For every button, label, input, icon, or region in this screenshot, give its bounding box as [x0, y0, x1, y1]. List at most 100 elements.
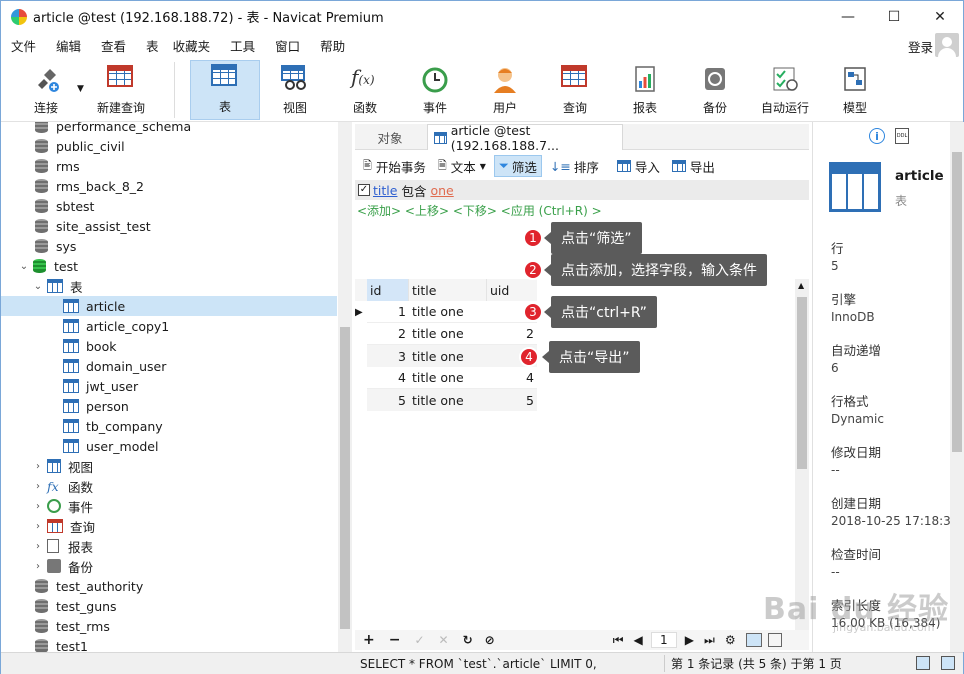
- menu-table[interactable]: 表: [136, 36, 163, 55]
- tree-db-item[interactable]: site_assist_test: [35, 216, 151, 236]
- column-header-id[interactable]: id: [367, 279, 409, 301]
- menu-edit[interactable]: 编辑: [46, 36, 91, 55]
- menu-view[interactable]: 查看: [91, 36, 136, 55]
- tree-db-item[interactable]: test_rms: [35, 616, 110, 636]
- chevron-right-icon[interactable]: ›: [31, 501, 45, 512]
- tree-db-item[interactable]: rms_back_8_2: [35, 176, 144, 196]
- first-page-button[interactable]: ⏮: [613, 633, 624, 648]
- cell-id[interactable]: 5: [367, 389, 409, 411]
- scrollbar-thumb[interactable]: [340, 327, 350, 629]
- properties-scrollbar[interactable]: [950, 122, 964, 652]
- text-button[interactable]: 🗎 文本 ▼: [434, 155, 490, 177]
- filter-button[interactable]: ⏷ 筛选: [493, 155, 542, 177]
- toolbar-table[interactable]: 表: [190, 60, 260, 120]
- tree-table-item[interactable]: article_copy1: [63, 316, 169, 336]
- tab-article[interactable]: article @test (192.168.188.7...: [427, 123, 623, 153]
- toolbar-connect[interactable]: 连接: [21, 60, 71, 120]
- cell-title[interactable]: title one: [409, 323, 487, 345]
- scrollbar-thumb[interactable]: [952, 152, 962, 452]
- cell-title[interactable]: title one: [409, 367, 487, 389]
- minimize-button[interactable]: —: [825, 1, 871, 32]
- toolbar-model[interactable]: 模型: [827, 60, 883, 120]
- filter-enable-checkbox[interactable]: ✓: [358, 184, 370, 196]
- last-page-button[interactable]: ⏭: [704, 633, 715, 648]
- tree-table-item[interactable]: domain_user: [63, 356, 166, 376]
- ddl-icon[interactable]: DDL: [895, 128, 909, 144]
- toolbar-backup[interactable]: 备份: [687, 60, 743, 120]
- chevron-right-icon[interactable]: ›: [31, 541, 45, 552]
- cell-id[interactable]: 2: [367, 323, 409, 345]
- cell-uid[interactable]: 2: [487, 323, 537, 345]
- layout-left-button[interactable]: [916, 656, 930, 670]
- tree-table-item[interactable]: person: [63, 396, 129, 416]
- scroll-up-icon[interactable]: ▲: [798, 281, 804, 290]
- tree-backups-group[interactable]: › 备份: [31, 556, 93, 576]
- cell-title[interactable]: title one: [409, 389, 487, 411]
- tree-db-item[interactable]: test_authority: [35, 576, 143, 596]
- filter-operator[interactable]: 包含: [401, 181, 426, 200]
- chevron-down-icon[interactable]: ⌄: [17, 261, 31, 272]
- menu-file[interactable]: 文件: [1, 36, 46, 55]
- info-icon[interactable]: i: [869, 128, 885, 144]
- discard-changes-button[interactable]: ✕: [439, 633, 449, 647]
- tree-table-item[interactable]: jwt_user: [63, 376, 138, 396]
- prev-page-button[interactable]: ◀: [634, 633, 643, 647]
- tree-queries-group[interactable]: › 查询: [31, 516, 95, 536]
- tree-db-item[interactable]: performance_schema: [35, 122, 191, 136]
- grid-view-button[interactable]: [745, 633, 762, 647]
- chevron-right-icon[interactable]: ›: [31, 461, 45, 472]
- menu-tools[interactable]: 工具: [220, 36, 265, 55]
- tree-db-item[interactable]: sbtest: [35, 196, 94, 216]
- cell-title[interactable]: title one: [409, 345, 487, 367]
- layout-right-button[interactable]: [941, 656, 955, 670]
- begin-transaction-button[interactable]: 🖹 开始事务: [359, 155, 430, 177]
- cell-uid[interactable]: 5: [487, 389, 537, 411]
- tree-events-group[interactable]: › 事件: [31, 496, 93, 516]
- import-button[interactable]: 导入: [613, 155, 664, 177]
- cell-title[interactable]: title one: [409, 301, 487, 323]
- delete-record-button[interactable]: −: [389, 632, 401, 648]
- tree-tables-group[interactable]: ⌄ 表: [31, 276, 83, 296]
- tree-functions-group[interactable]: › fx 函数: [31, 476, 93, 496]
- column-header-title[interactable]: title: [409, 279, 487, 301]
- stop-button[interactable]: ⊘: [485, 633, 495, 647]
- tree-views-group[interactable]: › 视图: [31, 456, 93, 476]
- chevron-right-icon[interactable]: ›: [31, 561, 45, 572]
- toolbar-view[interactable]: 视图: [267, 60, 323, 120]
- tree-db-item[interactable]: rms: [35, 156, 80, 176]
- tree-reports-group[interactable]: › 报表: [31, 536, 93, 556]
- maximize-button[interactable]: ☐: [871, 1, 917, 32]
- cell-uid[interactable]: 4: [487, 367, 537, 389]
- add-record-button[interactable]: +: [363, 632, 375, 648]
- tree-table-item[interactable]: tb_company: [63, 416, 163, 436]
- tree-table-item[interactable]: user_model: [63, 436, 158, 456]
- toolbar-event[interactable]: 事件: [407, 60, 463, 120]
- refresh-button[interactable]: ↻: [463, 633, 473, 647]
- filter-actions[interactable]: <添加> <上移> <下移> <应用 (Ctrl+R) >: [355, 200, 809, 218]
- toolbar-query[interactable]: 查询: [547, 60, 603, 120]
- chevron-right-icon[interactable]: ›: [31, 521, 45, 532]
- gear-icon[interactable]: ⚙: [725, 633, 736, 647]
- tree-db-item[interactable]: sys: [35, 236, 76, 256]
- filter-value[interactable]: one: [430, 183, 453, 198]
- menu-help[interactable]: 帮助: [310, 36, 355, 55]
- menu-favorites[interactable]: 收藏夹: [163, 36, 221, 55]
- tree-db-item[interactable]: public_civil: [35, 136, 125, 156]
- page-number-input[interactable]: 1: [650, 632, 677, 648]
- export-button[interactable]: 导出: [668, 155, 719, 177]
- chevron-down-icon[interactable]: ⌄: [31, 281, 45, 292]
- column-header-uid[interactable]: uid: [487, 279, 537, 301]
- filter-field[interactable]: title: [373, 183, 397, 198]
- cell-id[interactable]: 4: [367, 367, 409, 389]
- chevron-right-icon[interactable]: ›: [31, 481, 45, 492]
- close-button[interactable]: ✕: [917, 1, 963, 32]
- tree-scrollbar[interactable]: [338, 122, 352, 652]
- grid-scrollbar[interactable]: ▲: [795, 279, 809, 631]
- connect-dropdown-icon[interactable]: ▼: [77, 84, 84, 94]
- toolbar-function[interactable]: f(x) 函数: [337, 60, 393, 120]
- tree-table-article[interactable]: article: [1, 296, 337, 316]
- tree-table-item[interactable]: book: [63, 336, 116, 356]
- menu-window[interactable]: 窗口: [265, 36, 310, 55]
- tab-objects[interactable]: 对象: [355, 124, 425, 150]
- toolbar-automation[interactable]: 自动运行: [757, 60, 813, 120]
